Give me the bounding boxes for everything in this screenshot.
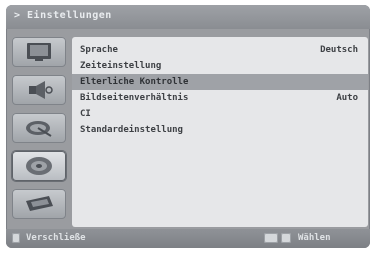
menu-item-label: Zeiteinstellung — [80, 61, 162, 71]
menu-item-label: Bildseitenverhältnis — [80, 93, 189, 103]
title-bar: > Einstellungen — [6, 5, 370, 29]
tv-screen-icon — [27, 43, 51, 61]
menu-item-label: Elterliche Kontrolle — [80, 77, 189, 87]
menu-item-label: CI — [80, 109, 91, 119]
ok-key-icon — [264, 233, 278, 243]
menu-item-time-settings[interactable]: Zeiteinstellung — [72, 58, 368, 74]
menu-item-parental-control[interactable]: Elterliche Kontrolle — [72, 74, 368, 90]
category-tile-sound[interactable] — [12, 75, 66, 105]
menu-item-ci[interactable]: CI — [72, 106, 368, 122]
settings-menu-list: Sprache Deutsch Zeiteinstellung Elterlic… — [72, 37, 368, 227]
menu-item-language[interactable]: Sprache Deutsch — [72, 42, 368, 58]
menu-item-aspect-ratio[interactable]: Bildseitenverhältnis Auto — [72, 90, 368, 106]
disc-icon — [26, 157, 52, 175]
breadcrumb: > Einstellungen — [14, 10, 112, 21]
category-tile-extras[interactable] — [12, 189, 66, 219]
category-tile-installation[interactable] — [12, 113, 66, 143]
close-hint-label: Verschließe — [26, 233, 86, 243]
menu-item-value: Deutsch — [320, 45, 358, 55]
navigate-key-icon — [281, 233, 291, 243]
menu-item-default-settings[interactable]: Standardeinstellung — [72, 122, 368, 138]
exit-key-icon — [12, 233, 20, 243]
category-sidebar — [12, 37, 66, 223]
menu-item-value: Auto — [336, 93, 358, 103]
menu-item-label: Standardeinstellung — [80, 125, 183, 135]
remote-control-icon — [26, 196, 53, 211]
satellite-dish-icon — [26, 121, 52, 137]
speaker-icon — [29, 81, 53, 99]
select-hint-label: Wählen — [298, 233, 331, 243]
settings-window: > Einstellungen Sprache Deutsch Zeiteins… — [6, 5, 370, 248]
menu-item-label: Sprache — [80, 45, 118, 55]
category-tile-picture[interactable] — [12, 37, 66, 67]
category-tile-settings[interactable] — [12, 151, 66, 181]
footer-hint-bar: Verschließe Wählen — [6, 229, 370, 248]
